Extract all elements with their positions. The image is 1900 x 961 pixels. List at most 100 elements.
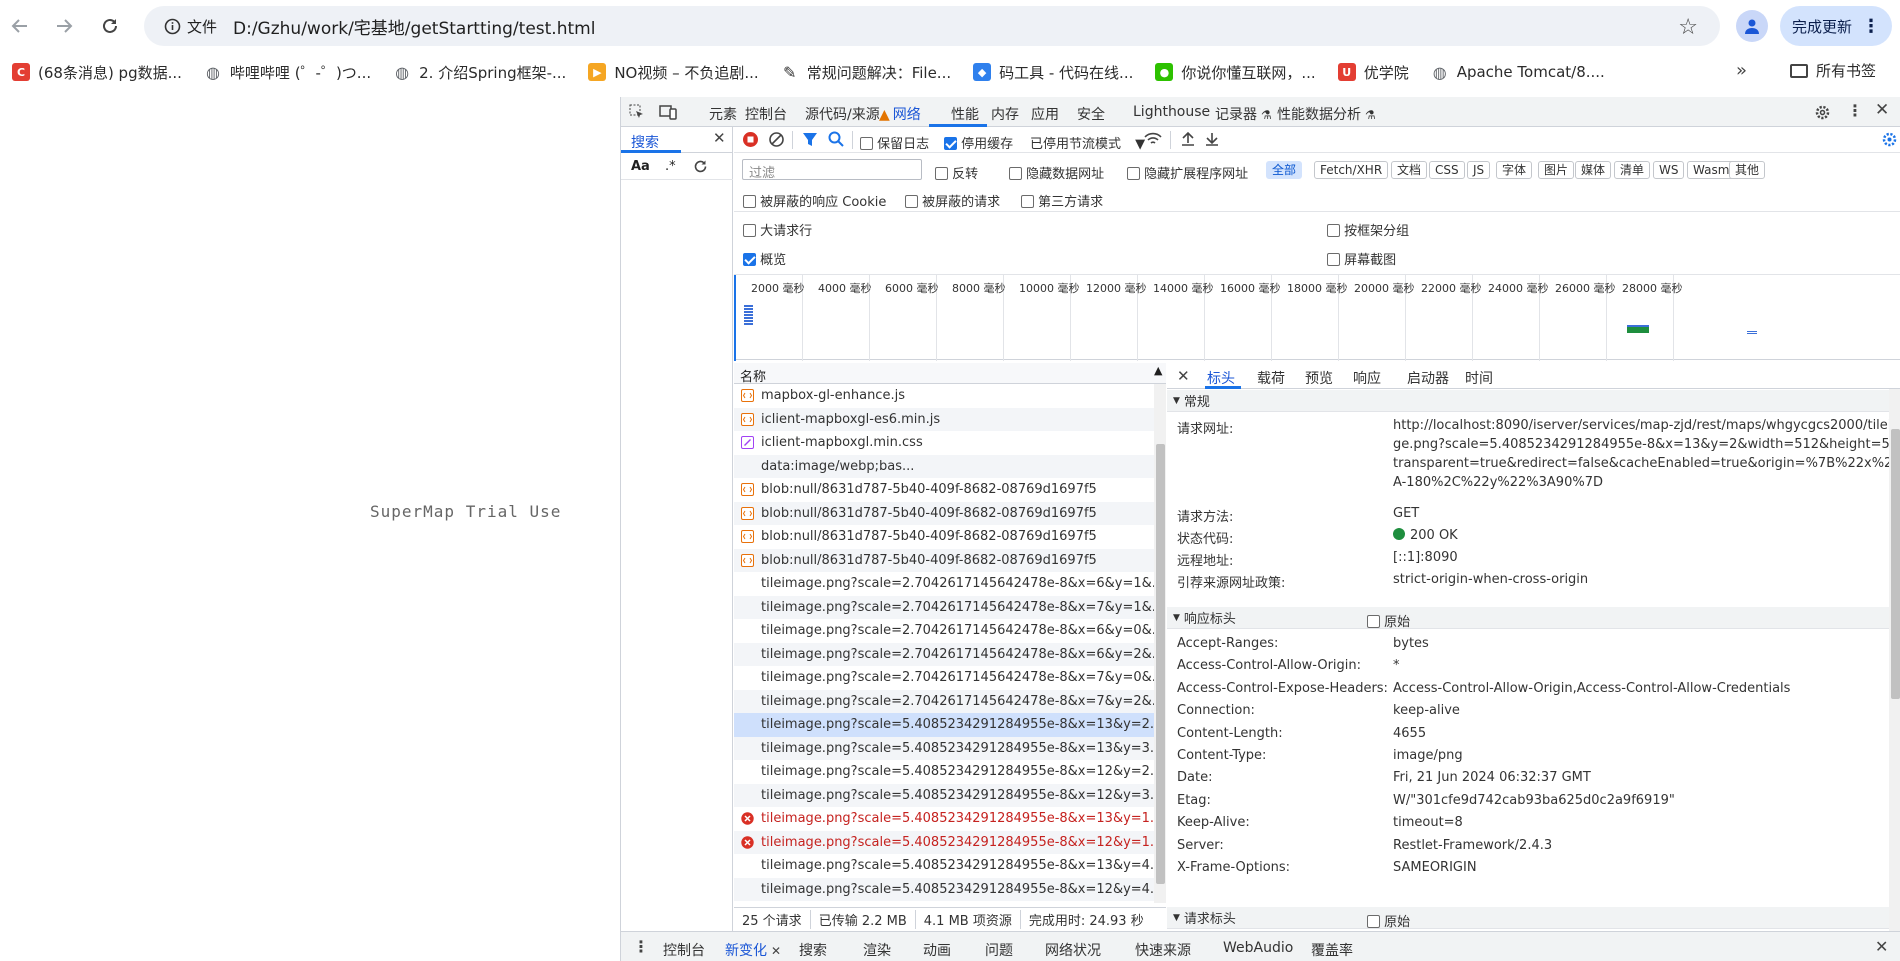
drawer-tab[interactable]: 快速来源 — [1135, 940, 1191, 960]
update-button[interactable]: 完成更新 ⋮ — [1780, 6, 1892, 46]
detail-tab[interactable]: 启动器 — [1407, 368, 1449, 388]
request-row[interactable]: tileimage.png?scale=2.7042617145642478e-… — [734, 689, 1154, 713]
close-devtools-icon[interactable]: ✕ — [1875, 100, 1889, 120]
back-button[interactable] — [6, 12, 34, 40]
settings-gear-icon[interactable] — [1814, 104, 1831, 121]
request-row[interactable]: tileimage.png?scale=5.4085234291284955e-… — [734, 783, 1154, 807]
detail-tab[interactable]: 响应 — [1353, 368, 1381, 388]
drawer-menu-icon[interactable]: ⋮ — [633, 937, 649, 956]
devtools-tab[interactable]: 记录器 ⚗ — [1215, 104, 1272, 124]
bookmark-item[interactable]: U 优学院 — [1332, 62, 1415, 83]
devtools-tab[interactable]: Lighthouse — [1133, 104, 1210, 120]
request-row[interactable]: tileimage.png?scale=2.7042617145642478e-… — [734, 595, 1154, 619]
bookmark-item[interactable]: ◆ 码工具 - 代码在线... — [967, 62, 1139, 83]
devtools-tab[interactable]: 元素 — [709, 104, 737, 124]
detail-scrollbar[interactable] — [1889, 389, 1900, 931]
close-search-icon[interactable]: ✕ — [713, 129, 726, 147]
request-row[interactable]: tileimage.png?scale=5.4085234291284955e-… — [734, 760, 1154, 784]
raw-response-checkbox[interactable]: 原始 — [1367, 611, 1410, 630]
forward-button[interactable] — [50, 12, 78, 40]
sort-caret-icon[interactable]: ▲ — [1154, 364, 1162, 377]
drawer-tab[interactable]: 搜索 — [799, 940, 827, 960]
request-row[interactable]: tileimage.png?scale=5.4085234291284955e-… — [734, 877, 1154, 901]
raw-request-checkbox[interactable]: 原始 — [1367, 911, 1410, 930]
request-row[interactable]: tileimage.png?scale=5.4085234291284955e-… — [734, 807, 1154, 831]
big-request-rows-checkbox[interactable]: 大请求行 — [743, 220, 812, 239]
reload-button[interactable] — [96, 12, 124, 40]
request-row[interactable]: tileimage.png?scale=2.7042617145642478e-… — [734, 642, 1154, 666]
detail-tab[interactable]: 标头 — [1207, 368, 1235, 388]
filter-chip[interactable]: 字体 — [1496, 161, 1533, 179]
third-party-checkbox[interactable]: 第三方请求 — [1021, 191, 1103, 210]
close-tab-icon[interactable]: ✕ — [771, 944, 781, 958]
request-row[interactable]: blob:null/8631d787-5b40-409f-8682-08769d… — [734, 501, 1154, 525]
detail-tab[interactable]: 时间 — [1465, 368, 1493, 388]
record-stop-icon[interactable] — [742, 131, 759, 148]
request-row[interactable]: tileimage.png?scale=5.4085234291284955e-… — [734, 713, 1154, 737]
devtools-tab[interactable]: 安全 — [1077, 104, 1105, 124]
response-headers-section-header[interactable]: ▼ 响应标头 原始 — [1167, 607, 1889, 630]
import-har-icon[interactable] — [1180, 131, 1196, 147]
refresh-icon[interactable] — [693, 159, 708, 174]
bookmark-star-icon[interactable]: ☆ — [1678, 15, 1698, 40]
inspect-element-icon[interactable] — [629, 104, 645, 120]
request-row[interactable]: tileimage.png?scale=2.7042617145642478e-… — [734, 619, 1154, 643]
request-row[interactable]: tileimage.png?scale=2.7042617145642478e-… — [734, 666, 1154, 690]
all-bookmarks-button[interactable]: 所有书签 — [1790, 60, 1876, 81]
bookmark-item[interactable]: ✎ 常规问题解决：File... — [775, 62, 957, 83]
hide-data-urls-checkbox[interactable]: 隐藏数据网址 — [1009, 163, 1104, 182]
filter-chip[interactable]: CSS — [1429, 161, 1465, 179]
drawer-tab[interactable]: 渲染 — [863, 940, 891, 960]
search-icon[interactable] — [828, 131, 844, 147]
match-case-toggle[interactable]: Aa — [631, 159, 650, 174]
network-overview-timeline[interactable]: 2000 毫秒 4000 毫秒 6000 毫秒 8000 毫秒 10000 毫秒 1200… — [734, 274, 1900, 361]
devtools-tab[interactable]: 应用 — [1031, 104, 1059, 124]
request-list-scrollbar[interactable] — [1154, 384, 1166, 903]
request-row[interactable]: iclient-mapboxgl.min.css — [734, 431, 1154, 455]
drawer-tab[interactable]: 网络状况 — [1045, 940, 1101, 960]
devtools-tab[interactable]: 源代码/来源 — [805, 104, 880, 124]
general-section-header[interactable]: ▼ 常规 — [1167, 390, 1889, 412]
preserve-log-checkbox[interactable]: 保留日志 — [860, 133, 929, 152]
drawer-tab[interactable]: 问题 — [985, 940, 1013, 960]
close-drawer-icon[interactable]: ✕ — [1875, 937, 1888, 956]
more-options-icon[interactable]: ⋮ — [1847, 101, 1863, 120]
drawer-tab[interactable]: 新变化 ✕ — [725, 940, 781, 960]
filter-chip[interactable]: 媒体 — [1575, 161, 1612, 179]
url-text[interactable]: D:/Gzhu/work/宅基地/getStartting/test.html — [233, 14, 595, 39]
throttling-select[interactable]: 已停用节流模式 ▼ — [1030, 133, 1145, 152]
clear-icon[interactable] — [768, 131, 785, 148]
request-row[interactable]: tileimage.png?scale=5.4085234291284955e-… — [734, 830, 1154, 854]
devtools-tab[interactable]: 性能 — [951, 104, 979, 124]
more-bookmarks-icon[interactable]: » — [1736, 60, 1747, 81]
filter-icon[interactable] — [802, 131, 818, 147]
request-row[interactable]: tileimage.png?scale=2.7042617145642478e-… — [734, 572, 1154, 596]
close-detail-icon[interactable]: ✕ — [1177, 367, 1190, 385]
request-row[interactable]: blob:null/8631d787-5b40-409f-8682-08769d… — [734, 525, 1154, 549]
devtools-tab[interactable]: ▲ 网络 — [879, 104, 921, 124]
request-row[interactable]: tileimage.png?scale=5.4085234291284955e-… — [734, 854, 1154, 878]
search-tab[interactable]: 搜索 ✕ — [621, 127, 733, 153]
filter-chip[interactable]: 图片 — [1538, 161, 1575, 179]
request-row[interactable]: blob:null/8631d787-5b40-409f-8682-08769d… — [734, 548, 1154, 572]
request-row[interactable]: iclient-mapboxgl-es6.min.js — [734, 407, 1154, 431]
name-column-header[interactable]: 名称 — [740, 366, 766, 385]
site-info-chip[interactable]: 文件 — [154, 11, 227, 41]
devtools-tab[interactable]: 控制台 — [745, 104, 787, 124]
network-settings-gear-icon[interactable] — [1881, 131, 1898, 148]
detail-tab[interactable]: 预览 — [1305, 368, 1333, 388]
invert-checkbox[interactable]: 反转 — [935, 163, 978, 182]
bookmark-item[interactable]: ◍ Apache Tomcat/8.... — [1425, 63, 1611, 82]
disable-cache-checkbox[interactable]: 停用缓存 — [944, 133, 1013, 152]
request-headers-section-header[interactable]: ▼ 请求标头 原始 — [1167, 907, 1889, 930]
filter-chip[interactable]: Fetch/XHR — [1314, 161, 1389, 179]
group-by-frame-checkbox[interactable]: 按框架分组 — [1327, 220, 1409, 239]
drawer-tab[interactable]: 覆盖率 — [1311, 940, 1353, 960]
profile-avatar[interactable] — [1736, 10, 1768, 42]
bookmark-item[interactable]: ◍ 哔哩哔哩 (゜-゜)つ... — [198, 62, 377, 83]
detail-tab[interactable]: 载荷 — [1257, 368, 1285, 388]
devtools-tab[interactable]: 内存 — [991, 104, 1019, 124]
request-row[interactable]: blob:null/8631d787-5b40-409f-8682-08769d… — [734, 478, 1154, 502]
filter-chip[interactable]: 全部 — [1266, 161, 1303, 179]
device-toolbar-icon[interactable] — [659, 104, 677, 120]
